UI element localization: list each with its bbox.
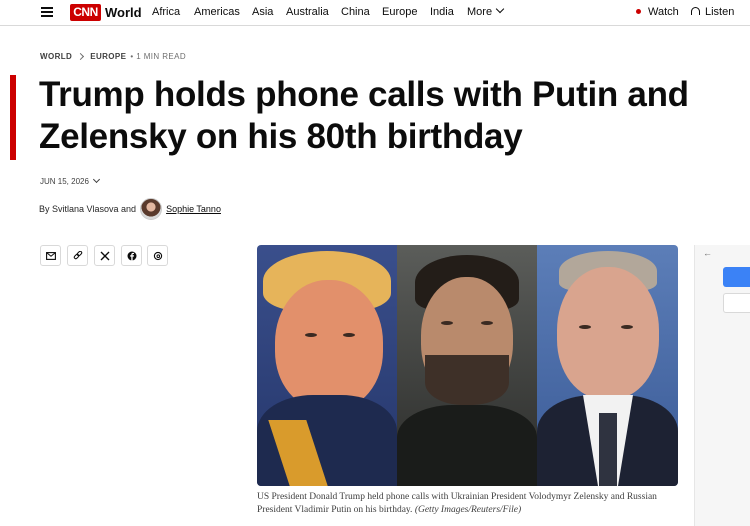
section-title[interactable]: World [105, 5, 142, 20]
nav-link-africa[interactable]: Africa [152, 6, 180, 18]
link-icon [73, 250, 82, 259]
chevron-down-icon [495, 4, 505, 14]
nav-link-india[interactable]: India [430, 6, 454, 18]
top-nav: CNN World Africa Americas Asia Australia… [0, 0, 750, 26]
email-icon [45, 251, 56, 260]
portrait-trump [257, 245, 397, 486]
byline-prefix: By Svitlana Vlasova and [39, 204, 137, 214]
menu-icon[interactable] [41, 7, 53, 17]
hero-image[interactable] [257, 245, 678, 486]
author-avatar[interactable] [140, 198, 163, 220]
breadcrumb-europe[interactable]: EUROPE [90, 52, 126, 61]
x-icon [100, 251, 109, 260]
threads-icon [153, 251, 162, 260]
watch-button[interactable]: Watch [636, 6, 679, 18]
nav-link-australia[interactable]: Australia [286, 6, 329, 18]
headline: Trump holds phone calls with Putin and Z… [39, 75, 689, 156]
rail-input-box[interactable] [723, 293, 750, 313]
caption-credit: (Getty Images/Reuters/File) [414, 505, 522, 515]
share-email-button[interactable] [40, 245, 61, 266]
listen-button[interactable]: Listen [691, 6, 734, 18]
image-caption: US President Donald Trump held phone cal… [257, 491, 678, 517]
portrait-zelensky [397, 245, 537, 486]
right-rail: ← [694, 245, 750, 526]
watch-label: Watch [648, 6, 679, 18]
author-link[interactable]: Sophie Tanno [166, 204, 221, 214]
nav-link-china[interactable]: China [341, 6, 370, 18]
cnn-logo[interactable]: CNN [70, 4, 101, 21]
read-time: • 1 MIN READ [130, 52, 187, 61]
headline-accent-bar [10, 75, 16, 160]
nav-link-asia[interactable]: Asia [252, 6, 273, 18]
headphones-icon [691, 7, 700, 15]
byline: By Svitlana Vlasova and Sophie Tanno [39, 198, 221, 220]
nav-link-europe[interactable]: Europe [382, 6, 417, 18]
share-link-button[interactable] [67, 245, 88, 266]
nav-more-label: More [467, 6, 493, 18]
share-x-button[interactable] [94, 245, 115, 266]
chevron-right-icon [77, 52, 85, 61]
portrait-putin [537, 245, 678, 486]
dateline[interactable]: JUN 15, 2026 [40, 175, 100, 186]
listen-label: Listen [705, 6, 735, 18]
rail-blue-button[interactable] [723, 267, 750, 287]
breadcrumb-world[interactable]: WORLD [40, 52, 72, 61]
chevron-down-icon [92, 175, 100, 184]
share-threads-button[interactable] [147, 245, 168, 266]
share-facebook-button[interactable] [121, 245, 142, 266]
back-arrow-icon[interactable]: ← [703, 248, 712, 258]
live-dot-icon [636, 9, 641, 14]
breadcrumb: WORLD EUROPE • 1 MIN READ [40, 52, 186, 61]
nav-link-americas[interactable]: Americas [194, 6, 240, 18]
publish-date: JUN 15, 2026 [40, 177, 89, 186]
nav-more-button[interactable]: More [467, 4, 505, 18]
facebook-icon [127, 251, 136, 260]
